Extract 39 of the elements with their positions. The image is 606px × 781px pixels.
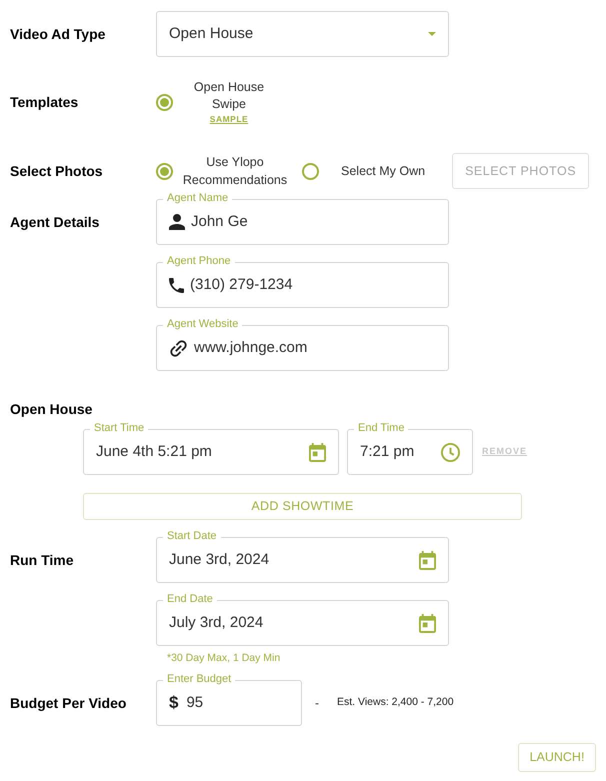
field-value: July 3rd, 2024 [169, 612, 264, 633]
field-label: Agent Phone [163, 254, 235, 268]
option-label: Select My Own [341, 163, 426, 180]
field-value: 95 [186, 692, 204, 713]
section-label: Open House [10, 400, 92, 419]
field-label: Agent Website [163, 317, 242, 331]
separator-text: - [315, 695, 319, 712]
field-value: June 3rd, 2024 [169, 550, 270, 570]
calendar-icon [419, 550, 436, 570]
select-field[interactable]: Open House [156, 11, 449, 57]
link-icon [169, 338, 188, 358]
field-value: John Ge [191, 212, 248, 232]
estimate-text: Est. Views: 2,400 - 7,200 [337, 695, 454, 710]
calendar-icon [419, 614, 436, 632]
field-value: June 4th 5:21 pm [96, 442, 212, 462]
radio-button[interactable] [156, 94, 173, 110]
field-label: Agent Name [163, 191, 232, 205]
option-label: Open House Swipe [192, 79, 266, 113]
field-value: www.johnge.com [194, 338, 308, 358]
dollar-sign: $ [169, 692, 178, 714]
option-label: Use Ylopo Recommendations [182, 154, 288, 189]
field-label: Enter Budget [163, 672, 236, 686]
section-label: Select Photos [10, 162, 103, 180]
person-icon [169, 214, 185, 230]
caret-icon [428, 32, 436, 36]
radio-button[interactable] [156, 162, 173, 180]
section-label: Agent Details [10, 212, 100, 232]
hint-text: *30 Day Max, 1 Day Min [167, 652, 280, 664]
select-value: Open House [169, 24, 254, 44]
radio-button[interactable] [302, 162, 319, 180]
field-value: (310) 279-1234 [190, 274, 293, 295]
calendar-icon [309, 442, 326, 462]
phone-icon [169, 278, 184, 292]
section-label: Budget Per Video [10, 694, 126, 713]
section-label: Run Time [10, 550, 74, 570]
clock-icon [441, 442, 460, 462]
field-value: 7:21 pm [360, 442, 414, 462]
section-label: Video Ad Type [10, 24, 106, 44]
section-label: Templates [10, 92, 78, 112]
